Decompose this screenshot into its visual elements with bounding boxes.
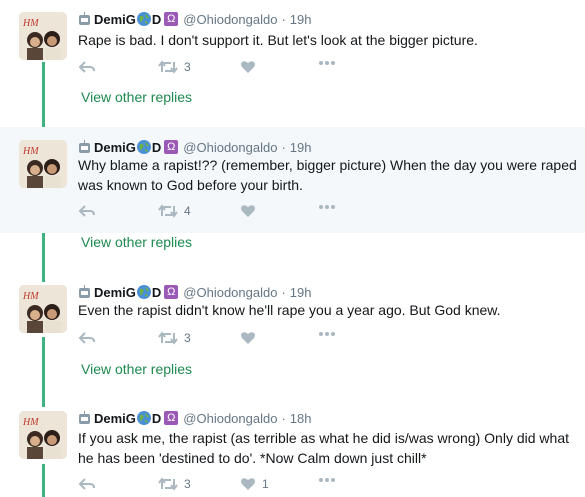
handle[interactable]: @Ohiodongaldo xyxy=(183,140,277,155)
reply-icon xyxy=(78,205,95,217)
like-icon xyxy=(241,332,255,344)
avatar[interactable]: HM xyxy=(19,12,67,60)
more-icon xyxy=(319,332,335,336)
retweet-count: 3 xyxy=(184,331,191,345)
tweet-header: DemiG D Ω @Ohiodongaldo · 18h xyxy=(78,409,312,427)
tweet-header: DemiG D Ω @Ohiodongaldo · 19h xyxy=(78,283,312,301)
tweet-actions: 3 xyxy=(78,331,378,349)
more-icon xyxy=(319,478,335,482)
globe-icon xyxy=(136,285,151,299)
like-button[interactable]: 1 xyxy=(240,477,269,491)
display-name-suffix[interactable]: D xyxy=(152,411,161,426)
separator-dot: · xyxy=(281,410,286,426)
retweet-icon xyxy=(158,477,178,491)
display-name[interactable]: DemiG xyxy=(94,285,136,300)
retweet-count: 3 xyxy=(184,477,191,491)
omega-badge: Ω xyxy=(164,285,179,299)
reply-icon xyxy=(78,61,95,73)
retweet-icon xyxy=(158,331,178,345)
more-button[interactable] xyxy=(318,477,336,483)
like-icon xyxy=(241,478,255,490)
robot-icon xyxy=(79,140,90,153)
robot-icon xyxy=(79,12,90,25)
handle[interactable]: @Ohiodongaldo xyxy=(183,285,277,300)
globe-icon xyxy=(136,411,151,425)
tweet-header: DemiG D Ω @Ohiodongaldo · 19h xyxy=(78,10,312,28)
avatar[interactable]: HM xyxy=(19,411,67,459)
tweet[interactable]: HM DemiG D Ω @Ohiodongaldo · 19h Why bla… xyxy=(0,127,585,233)
retweet-icon xyxy=(158,60,178,74)
timestamp[interactable]: 19h xyxy=(290,12,312,27)
display-name-suffix[interactable]: D xyxy=(152,12,161,27)
tweet-actions: 3 xyxy=(78,60,378,78)
like-count: 1 xyxy=(262,477,269,491)
globe-icon xyxy=(136,140,151,154)
more-button[interactable] xyxy=(318,60,336,66)
retweet-button[interactable]: 4 xyxy=(158,204,191,218)
tweet[interactable]: HM DemiG D Ω @Ohiodongaldo · 18h If you … xyxy=(0,398,585,497)
retweet-count: 3 xyxy=(184,60,191,74)
timestamp[interactable]: 19h xyxy=(290,285,312,300)
reply-icon xyxy=(78,332,95,344)
view-other-replies-link[interactable]: View other replies xyxy=(81,89,192,105)
like-icon xyxy=(241,205,255,217)
svg-text:HM: HM xyxy=(22,18,39,29)
tweet-text: Why blame a rapist!?? (remember, bigger … xyxy=(78,157,577,193)
tweet-text: If you ask me, the rapist (as terrible a… xyxy=(78,430,569,466)
retweet-button[interactable]: 3 xyxy=(158,477,191,491)
retweet-button[interactable]: 3 xyxy=(158,60,191,74)
more-icon xyxy=(319,205,335,209)
timestamp[interactable]: 19h xyxy=(290,140,312,155)
display-name-suffix[interactable]: D xyxy=(152,285,161,300)
like-button[interactable] xyxy=(240,60,262,74)
avatar[interactable]: HM xyxy=(19,140,67,188)
omega-badge: Ω xyxy=(164,411,179,425)
tweet[interactable]: HM DemiG D Ω @Ohiodongaldo · 19h Rape is… xyxy=(0,0,585,88)
reply-button[interactable] xyxy=(78,60,96,74)
view-other-replies-link[interactable]: View other replies xyxy=(81,234,192,250)
separator-dot: · xyxy=(281,139,286,155)
retweet-button[interactable]: 3 xyxy=(158,331,191,345)
avatar[interactable]: HM xyxy=(19,285,67,333)
tweet-text: Even the rapist didn't know he'll rape y… xyxy=(78,302,501,318)
more-icon xyxy=(319,61,335,65)
handle[interactable]: @Ohiodongaldo xyxy=(183,12,277,27)
omega-badge: Ω xyxy=(164,12,179,26)
retweet-count: 4 xyxy=(184,204,191,218)
tweet[interactable]: HM DemiG D Ω @Ohiodongaldo · 19h Even th… xyxy=(0,272,585,362)
retweet-icon xyxy=(158,204,178,218)
like-icon xyxy=(241,61,255,73)
separator-dot: · xyxy=(281,284,286,300)
globe-icon xyxy=(136,12,151,26)
display-name[interactable]: DemiG xyxy=(94,411,136,426)
omega-badge: Ω xyxy=(164,140,179,154)
robot-icon xyxy=(79,285,90,298)
display-name-suffix[interactable]: D xyxy=(152,140,161,155)
more-button[interactable] xyxy=(318,331,336,337)
svg-text:HM: HM xyxy=(22,291,39,302)
svg-text:HM: HM xyxy=(22,417,39,428)
timestamp[interactable]: 18h xyxy=(290,411,312,426)
reply-button[interactable] xyxy=(78,331,96,345)
robot-icon xyxy=(79,411,90,424)
more-button[interactable] xyxy=(318,204,336,210)
tweet-actions: 4 xyxy=(78,204,378,222)
svg-text:HM: HM xyxy=(22,146,39,157)
display-name[interactable]: DemiG xyxy=(94,12,136,27)
handle[interactable]: @Ohiodongaldo xyxy=(183,411,277,426)
display-name[interactable]: DemiG xyxy=(94,140,136,155)
reply-button[interactable] xyxy=(78,477,96,491)
reply-icon xyxy=(78,478,95,490)
tweet-actions: 3 1 xyxy=(78,477,378,495)
tweet-text: Rape is bad. I don't support it. But let… xyxy=(78,32,478,48)
tweet-header: DemiG D Ω @Ohiodongaldo · 19h xyxy=(78,138,312,156)
reply-button[interactable] xyxy=(78,204,96,218)
separator-dot: · xyxy=(281,11,286,27)
like-button[interactable] xyxy=(240,204,262,218)
like-button[interactable] xyxy=(240,331,262,345)
view-other-replies-link[interactable]: View other replies xyxy=(81,361,192,377)
